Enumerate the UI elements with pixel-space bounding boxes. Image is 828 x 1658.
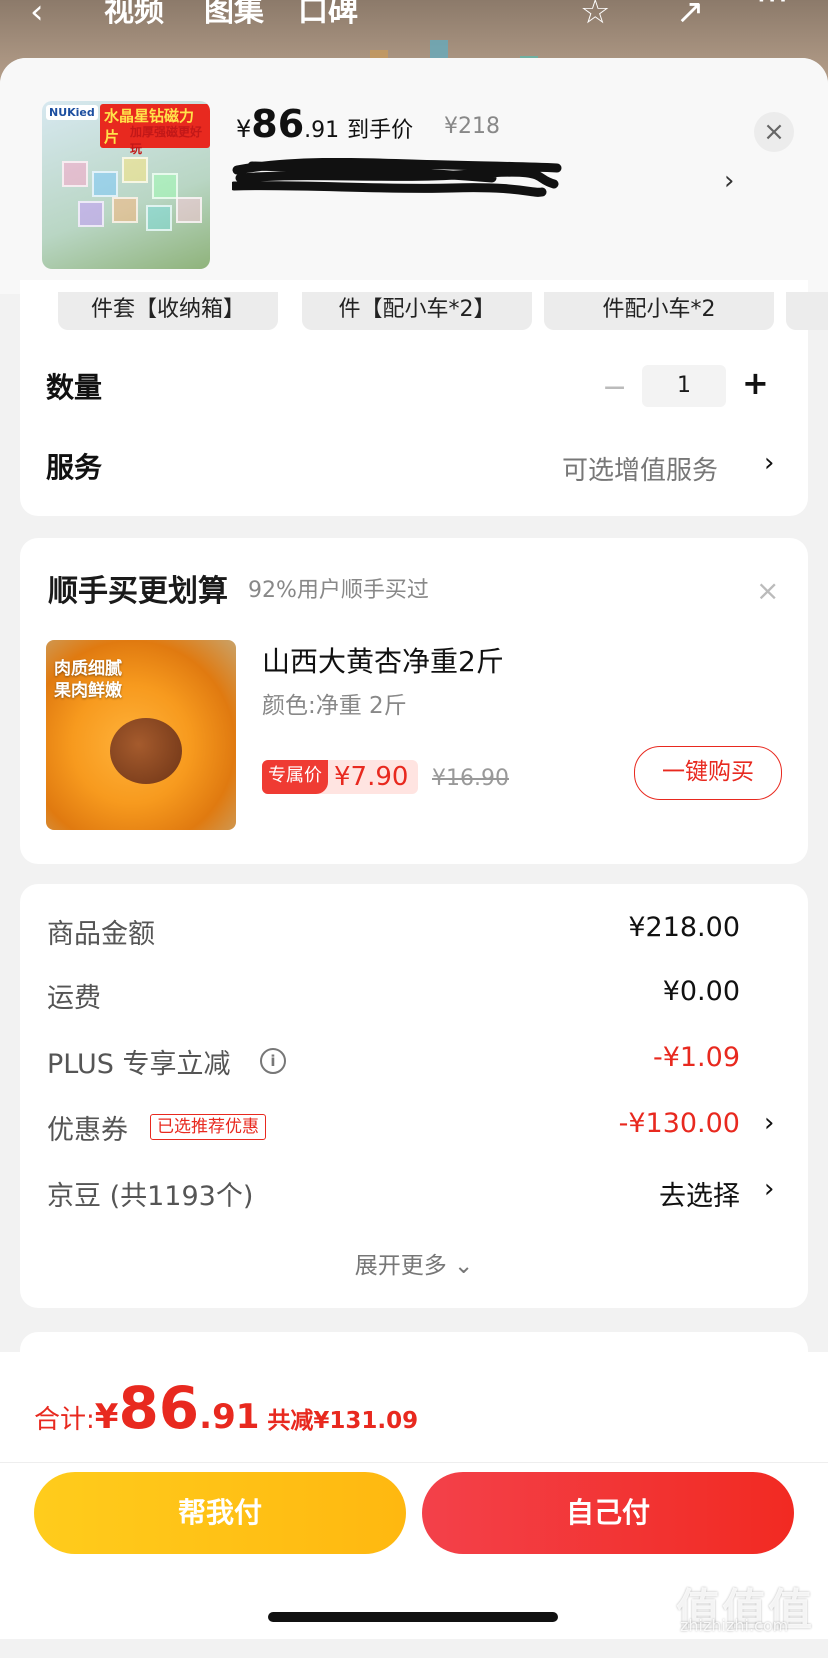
expand-more-link[interactable]: 展开更多 ⌄: [0, 1246, 828, 1280]
coupon-chevron-icon[interactable]: ›: [764, 1108, 774, 1138]
apricot-image[interactable]: 肉质细腻 果肉鲜嫩: [46, 640, 236, 830]
product-original-price: ¥218: [444, 114, 500, 139]
fee-label-coupon: 优惠券: [47, 1115, 128, 1146]
service-chevron-icon[interactable]: ›: [764, 448, 774, 478]
fee-value-shipping: ¥0.00: [662, 976, 740, 1007]
home-indicator: [268, 1612, 558, 1622]
fee-label-plus: PLUS 专享立减: [47, 1049, 231, 1080]
coupon-recommended-tag: 已选推荐优惠: [150, 1114, 266, 1140]
fee-label-jingdou: 京豆 (共1193个): [47, 1181, 254, 1212]
fee-value-jingdou[interactable]: 去选择: [659, 1174, 740, 1213]
variant-chip-2[interactable]: 件【配小车*2】: [302, 292, 532, 330]
addon-product-spec: 颜色:净重 2斤: [262, 693, 407, 719]
product-thumbnail: NUKied 水晶星钻磁力片 加厚强磁更好玩: [42, 101, 210, 269]
addon-subtitle: 92%用户顺手买过: [248, 578, 429, 603]
share-icon[interactable]: ↗: [676, 0, 705, 32]
quantity-input[interactable]: 1: [642, 365, 726, 407]
more-icon[interactable]: ···: [756, 0, 788, 20]
jingdou-chevron-icon[interactable]: ›: [764, 1174, 774, 1204]
thumb-subtitle: 加厚强磁更好玩: [130, 125, 203, 156]
variant-chip-4[interactable]: [786, 292, 828, 330]
addon-close-icon[interactable]: ×: [756, 574, 779, 607]
redacted-selection: [232, 158, 562, 197]
variant-chip-3[interactable]: 件配小车*2: [544, 292, 774, 330]
close-button[interactable]: ×: [754, 112, 794, 152]
exclusive-tag: 专属价: [262, 760, 328, 794]
tab-gallery[interactable]: 图集: [204, 0, 264, 30]
service-value[interactable]: 可选增值服务: [562, 450, 718, 487]
fee-label-shipping: 运费: [47, 983, 101, 1014]
total-amount: 合计:¥86.91 共减¥131.09: [34, 1374, 419, 1442]
tab-reviews[interactable]: 口碑: [298, 0, 358, 30]
self-pay-button[interactable]: 自己付: [422, 1472, 794, 1554]
quantity-minus-button[interactable]: −: [602, 370, 627, 405]
total-savings: 共减¥131.09: [267, 1408, 419, 1434]
info-icon[interactable]: i: [260, 1048, 286, 1074]
fee-value-coupon[interactable]: -¥130.00: [619, 1108, 740, 1139]
chevron-right-icon[interactable]: ›: [724, 166, 734, 196]
variant-chips: 件套【收纳箱】 件【配小车*2】 件配小车*2: [0, 292, 828, 330]
fee-value-subtotal: ¥218.00: [628, 912, 740, 943]
addon-original-price: ¥16.90: [432, 766, 509, 791]
addon-title: 顺手买更划算: [48, 574, 228, 609]
service-label: 服务: [46, 451, 103, 484]
addon-price: ¥7.90: [334, 762, 409, 792]
thumb-brand: NUKied: [46, 105, 98, 120]
quantity-plus-button[interactable]: +: [742, 364, 769, 402]
fee-label-subtotal: 商品金额: [47, 919, 155, 950]
one-click-buy-button[interactable]: 一键购买: [634, 746, 782, 800]
addon-product-name[interactable]: 山西大黄杏净重2斤: [262, 640, 504, 680]
watermark-url: zhizhizhi.com: [680, 1616, 789, 1635]
variant-chip-1[interactable]: 件套【收纳箱】: [58, 292, 278, 330]
divider: [0, 1462, 828, 1463]
product-price: ¥86.91 到手价: [236, 102, 414, 146]
quantity-label: 数量: [46, 371, 103, 404]
help-pay-button[interactable]: 帮我付: [34, 1472, 406, 1554]
fee-value-plus: -¥1.09: [652, 1042, 740, 1073]
tab-video[interactable]: 视频: [104, 0, 164, 30]
back-icon[interactable]: ‹: [30, 0, 44, 32]
